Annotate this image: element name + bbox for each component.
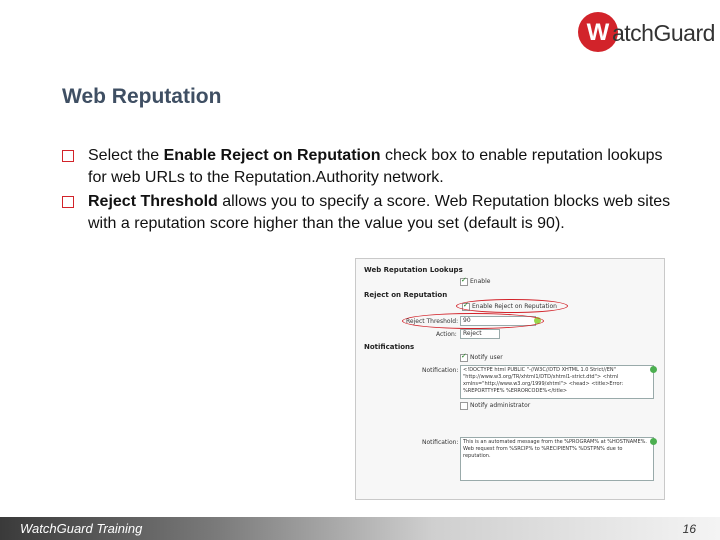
action-label: Action: [436,331,457,338]
web-reputation-settings-screenshot: Web Reputation Lookups Enable Reject on … [355,258,665,500]
notify-user-label: Notify user [470,354,503,361]
page-number: 16 [682,522,696,536]
square-bullet-icon [62,196,74,208]
bullet-list: Select the Enable Reject on Reputation c… [62,145,672,237]
highlight-oval [456,299,568,313]
page-title: Web Reputation [62,85,222,108]
enable-label: Enable [470,278,491,285]
notify-admin-label: Notify administrator [470,402,531,409]
section-notifications-heading: Notifications [364,343,415,351]
footer-title: WatchGuard Training [20,521,143,536]
add-icon[interactable] [650,438,657,445]
watchguard-logo: W atchGuard [578,12,715,52]
footer-bar: WatchGuard Training 16 [0,517,720,540]
notify-user-checkbox[interactable] [460,352,468,362]
bullet-item: Reject Threshold allows you to specify a… [62,191,672,235]
highlight-oval [402,313,544,329]
logo-wordmark: atchGuard [612,20,715,46]
section-reject-heading: Reject on Reputation [364,291,448,299]
notification-user-label: Notification: [422,367,459,374]
bullet-item: Select the Enable Reject on Reputation c… [62,145,672,189]
notification-user-textarea[interactable]: <!DOCTYPE html PUBLIC "-//W3C//DTD XHTML… [460,365,654,399]
add-icon[interactable] [650,366,657,373]
notify-admin-checkbox[interactable] [460,402,468,410]
square-bullet-icon [62,150,74,162]
action-select[interactable]: Reject [460,329,500,339]
notification-admin-label: Notification: [422,439,459,446]
notification-admin-textarea[interactable]: This is an automated message from the %P… [460,437,654,481]
section-lookups-heading: Web Reputation Lookups [364,266,463,274]
enable-checkbox[interactable] [460,276,468,286]
